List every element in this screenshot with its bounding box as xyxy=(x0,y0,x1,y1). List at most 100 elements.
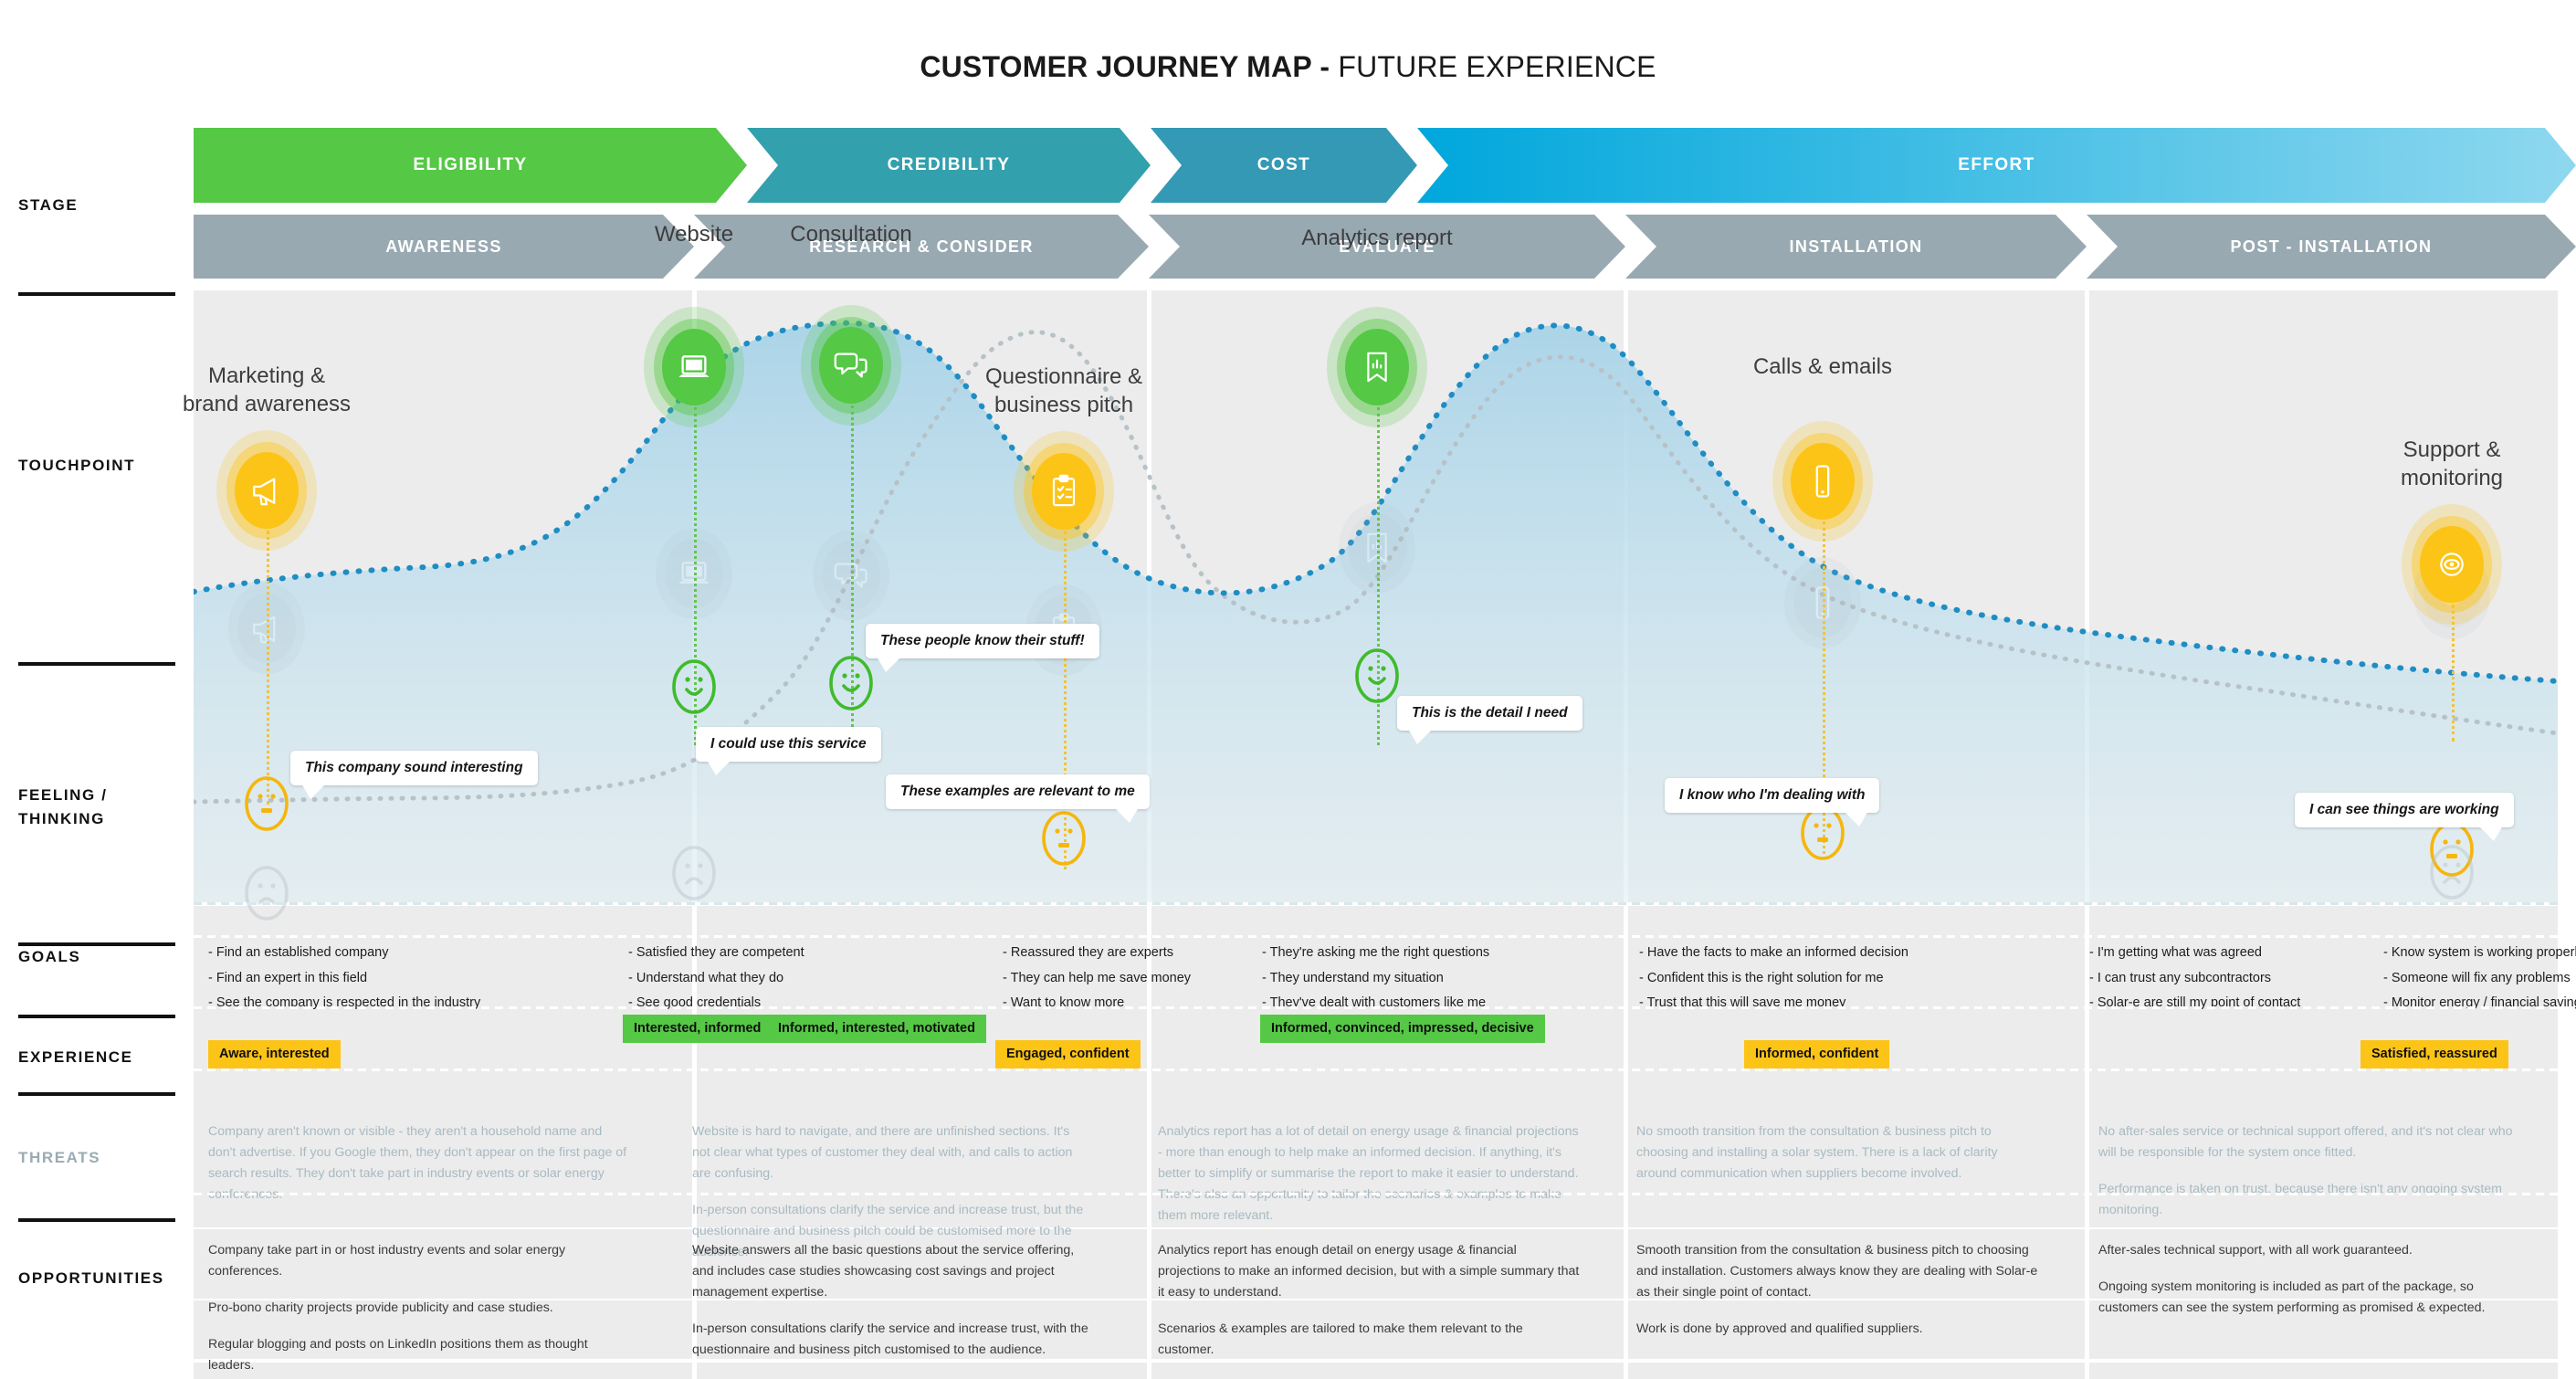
threat-paragraph: Performance is taken on trust, because t… xyxy=(2098,1182,2502,1217)
experience-badge-6: Satisfied, reassured xyxy=(2360,1040,2508,1068)
row-label-opportunities: OPPORTUNITIES xyxy=(18,1269,164,1287)
stage-bottom-label-4: POST - INSTALLATION xyxy=(2230,237,2433,256)
column-divider xyxy=(2085,1363,2089,1379)
page-title-separator: - xyxy=(1311,50,1339,83)
column-divider xyxy=(2085,1300,2089,1359)
opportunity-paragraph: Ongoing system monitoring is included as… xyxy=(2098,1279,2486,1315)
column-divider xyxy=(1624,906,1628,1227)
ghost-feeling-face-1 xyxy=(668,843,720,903)
side-rule-4 xyxy=(18,1015,175,1018)
opportunities-cell-0: Company take part in or host industry ev… xyxy=(208,1240,633,1376)
opportunity-paragraph: Pro-bono charity projects provide public… xyxy=(208,1300,553,1315)
threats-cell-3: No smooth transition from the consultati… xyxy=(1636,1121,2038,1184)
goals-cell-5: - I'm getting what was agreed - I can tru… xyxy=(2089,946,2300,1022)
goals-cell-2: - Reassured they are experts - They can h… xyxy=(1003,946,1191,1022)
goals-cell-3: - They're asking me the right questions -… xyxy=(1262,946,1489,1022)
row-label-stage: STAGE xyxy=(18,196,79,214)
megaphone-icon[interactable] xyxy=(235,452,299,529)
side-rule-3 xyxy=(18,942,175,946)
stage-top-segment-2[interactable]: COST xyxy=(1151,128,1417,203)
ghost-feeling-face-2 xyxy=(2426,842,2477,902)
feeling-face-2 xyxy=(825,653,877,713)
opportunity-paragraph: Analytics report has enough detail on en… xyxy=(1158,1243,1580,1300)
goal-item: - Reassured they are experts xyxy=(1003,945,1173,960)
stage-top-segment-3[interactable]: EFFORT xyxy=(1417,128,2576,203)
goal-item: - Satisfied they are competent xyxy=(628,945,804,960)
clipboard-checklist-icon[interactable] xyxy=(1032,453,1096,530)
column-divider xyxy=(1624,1229,1628,1299)
opportunities-cell-2: Analytics report has enough detail on en… xyxy=(1158,1240,1582,1361)
chart-report-icon[interactable] xyxy=(1345,329,1409,405)
touchpoint-label-5: Calls & emails xyxy=(1752,354,1893,379)
column-divider xyxy=(1147,1229,1151,1299)
goals-cell-0: - Find an established company - Find an e… xyxy=(208,946,480,1022)
ghost-feeling-face-0 xyxy=(241,863,292,923)
stage-bottom-label-3: INSTALLATION xyxy=(1789,237,1923,256)
stage-top-segment-1[interactable]: CREDIBILITY xyxy=(747,128,1151,203)
opportunity-paragraph: In-person consultations clarify the serv… xyxy=(692,1321,1088,1357)
touchpoint-label-0: Marketing & brand awareness xyxy=(182,363,352,416)
row-divider-0 xyxy=(194,902,2558,905)
opportunity-paragraph: Company take part in or host industry ev… xyxy=(208,1243,566,1279)
threat-paragraph: No after-sales service or technical supp… xyxy=(2098,1124,2513,1160)
column-divider xyxy=(1624,1363,1628,1379)
side-rule-2 xyxy=(18,662,175,666)
goal-item: - I can trust any subcontractors xyxy=(2089,970,2272,985)
feeling-quote-6: I can see things are working xyxy=(2295,793,2514,841)
column-divider xyxy=(1624,1300,1628,1359)
threat-paragraph: No smooth transition from the consultati… xyxy=(1636,1124,1998,1181)
threats-cell-2: Analytics report has a lot of detail on … xyxy=(1158,1121,1582,1226)
chat-bubbles-icon[interactable] xyxy=(819,327,883,404)
goal-item: - Find an established company xyxy=(208,945,389,960)
mobile-phone-icon[interactable] xyxy=(1791,443,1855,520)
stage-top-label-0: ELIGIBILITY xyxy=(413,155,528,174)
row-label-goals: GOALS xyxy=(18,948,81,965)
row-divider-4 xyxy=(194,1193,2558,1195)
feeling-quote-4: This is the detail I need xyxy=(1397,696,1582,744)
goals-cell-1: - Satisfied they are competent - Understa… xyxy=(628,946,804,1022)
bubble-tail xyxy=(1844,810,1869,826)
stage-top-label-1: CREDIBILITY xyxy=(887,155,1011,174)
bubble-tail xyxy=(707,759,731,775)
bubble-tail xyxy=(1408,728,1433,744)
side-rule-6 xyxy=(18,1218,175,1222)
feeling-quote-1: I could use this service xyxy=(696,727,881,775)
column-divider xyxy=(1147,1300,1151,1359)
bubble-tail xyxy=(301,783,326,799)
experience-badge-0: Aware, interested xyxy=(208,1040,341,1068)
threat-paragraph: Website is hard to navigate, and there a… xyxy=(692,1124,1073,1181)
column-divider xyxy=(2085,1229,2089,1299)
page-title-light: FUTURE EXPERIENCE xyxy=(1338,50,1656,83)
feeling-quote-2: These people know their stuff! xyxy=(866,624,1099,672)
eye-monitor-icon[interactable] xyxy=(2420,526,2484,603)
feeling-face-4 xyxy=(1351,646,1403,706)
goal-item: - Confident this is the right solution f… xyxy=(1639,970,1884,985)
row-divider-3 xyxy=(194,1068,2558,1071)
row-divider-2 xyxy=(194,1006,2558,1009)
goal-item: - I'm getting what was agreed xyxy=(2089,945,2262,960)
feeling-quote-3: These examples are relevant to me xyxy=(886,774,1150,823)
goal-item: - Know system is working properly xyxy=(2383,945,2576,960)
stage-bottom-segment-4[interactable]: POST - INSTALLATION xyxy=(2087,215,2576,279)
bubble-tail xyxy=(877,656,901,672)
goals-cell-4: - Have the facts to make an informed dec… xyxy=(1639,946,1908,1022)
column-divider xyxy=(1624,290,1628,902)
threat-paragraph: Analytics report has a lot of detail on … xyxy=(1158,1124,1579,1223)
touchpoint-label-2: Consultation xyxy=(790,222,912,247)
goal-item: - They're asking me the right questions xyxy=(1262,945,1490,960)
column-divider xyxy=(1147,1363,1151,1379)
goal-item: - Understand what they do xyxy=(628,970,784,985)
laptop-icon[interactable] xyxy=(662,329,726,405)
experience-badge-5: Informed, confident xyxy=(1744,1040,1890,1068)
experience-badge-3: Engaged, confident xyxy=(995,1040,1141,1068)
opportunity-paragraph: Regular blogging and posts on LinkedIn p… xyxy=(208,1337,588,1373)
opportunity-paragraph: Scenarios & examples are tailored to mak… xyxy=(1158,1321,1523,1357)
feeling-face-3 xyxy=(1038,808,1089,868)
stage-bottom-label-0: AWARENESS xyxy=(385,237,502,256)
experience-badge-4: Informed, convinced, impressed, decisive xyxy=(1260,1015,1545,1043)
stage-bottom-segment-3[interactable]: INSTALLATION xyxy=(1625,215,2087,279)
page-title: CUSTOMER JOURNEY MAP - FUTURE EXPERIENCE xyxy=(0,50,2576,84)
opportunity-paragraph: Work is done by approved and qualified s… xyxy=(1636,1321,1923,1336)
stage-top-segment-0[interactable]: ELIGIBILITY xyxy=(194,128,747,203)
experience-badge-1: Interested, informed xyxy=(623,1015,773,1043)
